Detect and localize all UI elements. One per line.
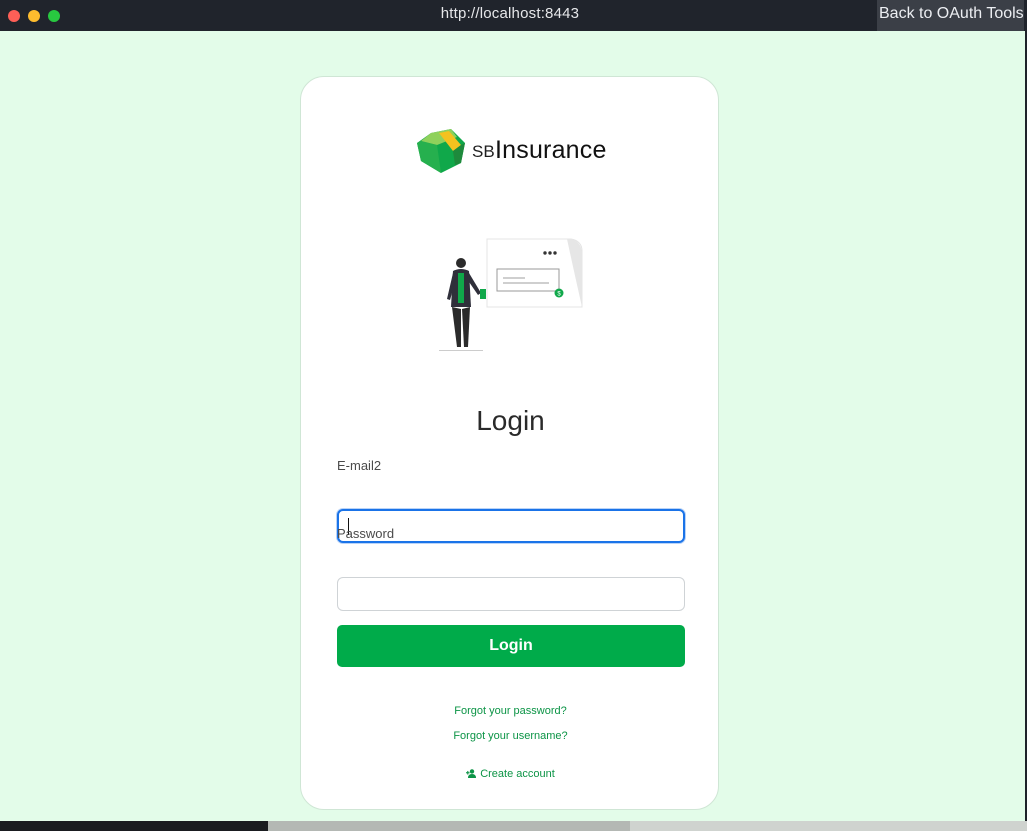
window-url: http://localhost:8443 bbox=[440, 5, 580, 22]
brand-logo: SB Insurance bbox=[417, 129, 607, 177]
person-presenting-illustration: $ bbox=[439, 238, 583, 351]
email-label: E-mail2 bbox=[337, 458, 382, 473]
back-to-oauth-tools-button[interactable]: Back to OAuth Tools bbox=[877, 0, 1024, 31]
create-account-label: Create account bbox=[480, 768, 555, 780]
sb-hexagon-logo-icon bbox=[417, 129, 465, 173]
password-field[interactable] bbox=[337, 577, 685, 611]
page-viewport: SB Insurance $ Login E-mail2 Password Lo… bbox=[0, 31, 1025, 821]
create-account-link[interactable]: Create account bbox=[301, 768, 720, 780]
brand-name: Insurance bbox=[495, 136, 607, 164]
login-button[interactable]: Login bbox=[337, 625, 685, 667]
forgot-password-link[interactable]: Forgot your password? bbox=[301, 705, 720, 717]
add-user-icon bbox=[466, 769, 477, 778]
forgot-username-link[interactable]: Forgot your username? bbox=[301, 730, 720, 742]
bottom-window-strip bbox=[0, 821, 1027, 831]
login-heading: Login bbox=[476, 405, 545, 436]
login-card: SB Insurance $ Login E-mail2 Password Lo… bbox=[300, 76, 719, 810]
window-titlebar: http://localhost:8443 Back to OAuth Tool… bbox=[0, 0, 1027, 31]
password-label: Password bbox=[337, 526, 395, 541]
brand-prefix: SB bbox=[472, 142, 495, 161]
bottom-strip-segment-light bbox=[630, 821, 1027, 831]
